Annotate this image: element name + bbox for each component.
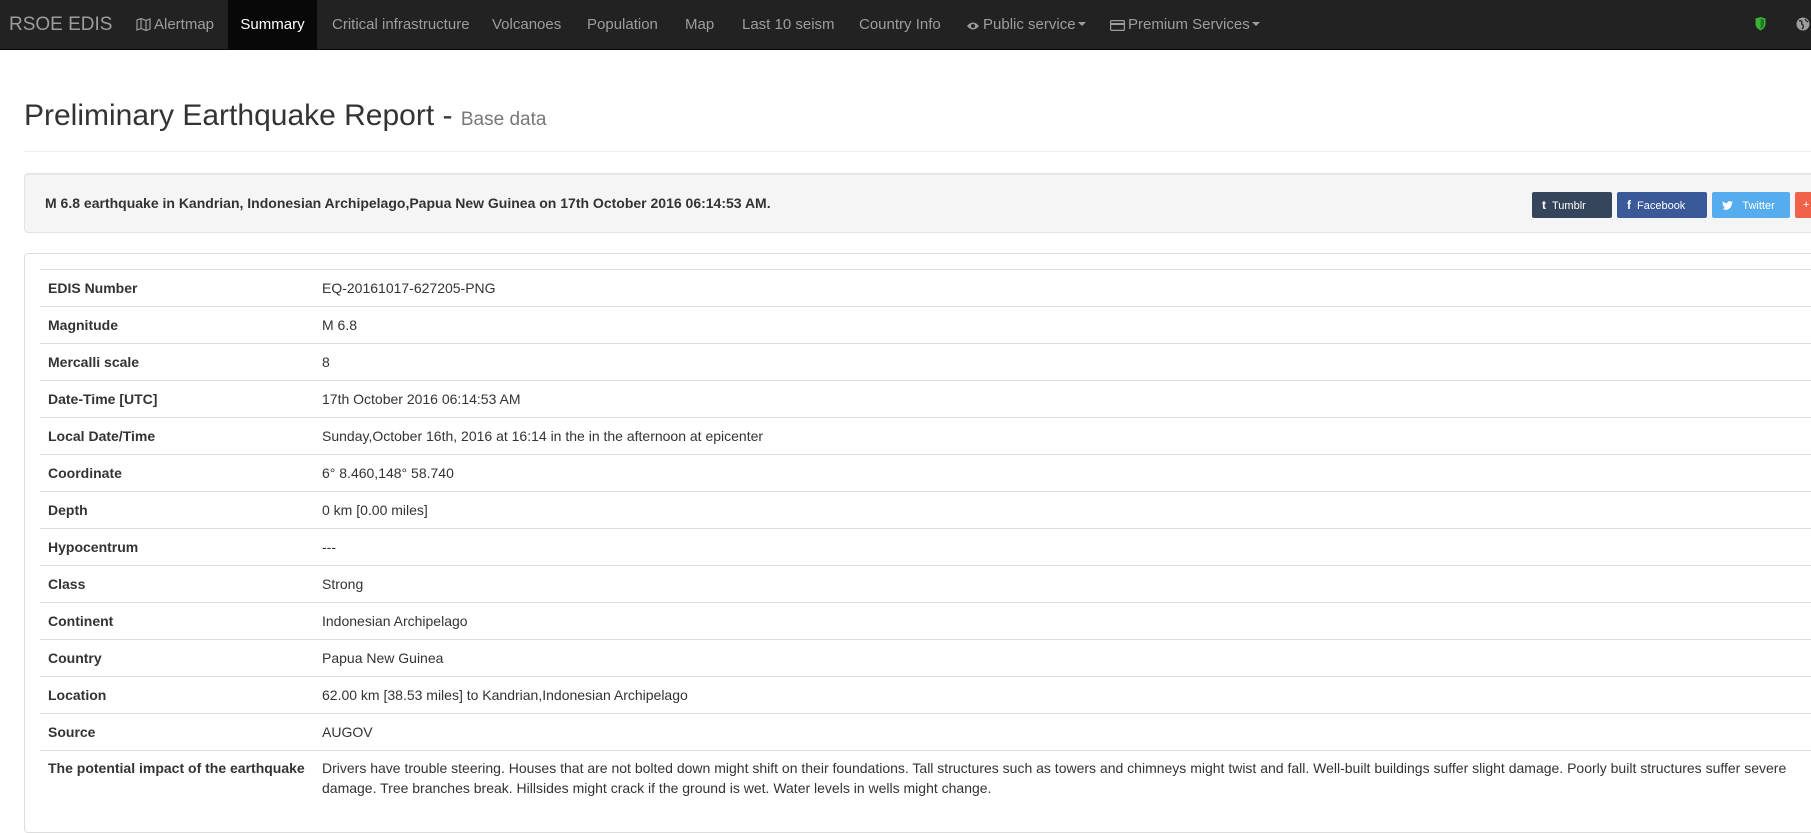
row-value: Indonesian Archipelago [314,602,1811,640]
row-label: Magnitude [40,306,314,344]
table-row: Source AUGOV [40,713,1811,751]
table-row: Local Date/Time Sunday,October 16th, 2016… [40,417,1811,455]
tumblr-icon: t [1542,198,1546,212]
row-value: 0 km [0.00 miles] [314,491,1811,529]
nav-population-label: Population [587,16,658,33]
page-subtitle: Base data [460,109,547,130]
eye-icon [966,2,980,52]
share-more-button[interactable]: + [1795,192,1811,218]
row-value: EQ-20161017-627205-PNG [314,269,1811,307]
share-tumblr-label: Tumblr [1552,200,1586,212]
row-label: Local Date/Time [40,417,314,455]
row-value: M 6.8 [314,306,1811,344]
page-title-text: Preliminary Earthquake Report - [24,99,461,132]
table-row: EDIS Number EQ-20161017-627205-PNG [40,269,1811,307]
nav-alertmap-label: Alertmap [154,16,215,33]
table-row: Magnitude M 6.8 [40,306,1811,344]
nav-summary[interactable]: Summary [228,0,317,50]
table-row: Location 62.00 km [38.53 miles] to Kandri… [40,676,1811,714]
table-row: Continent Indonesian Archipelago [40,602,1811,640]
row-value: --- [314,528,1811,566]
facebook-icon: f [1627,198,1631,212]
row-value: Papua New Guinea [314,639,1811,677]
credit-card-icon [1110,2,1126,52]
row-label: Depth [40,491,314,529]
map-icon [136,2,151,52]
row-label: Hypocentrum [40,528,314,566]
twitter-icon [1722,198,1736,212]
row-label: The potential impact of the earthquake [40,750,314,806]
page-title: Preliminary Earthquake Report - Base dat… [24,98,1811,138]
table-row: Date-Time [UTC] 17th October 2016 06:14:5… [40,380,1811,418]
shield-icon[interactable] [1755,17,1766,34]
nav-volcanoes[interactable]: Volcanoes [492,0,561,50]
nav-country-info-label: Country Info [859,16,941,33]
details-panel: EDIS Number EQ-20161017-627205-PNG Magnitu… [24,253,1811,833]
row-label: Date-Time [UTC] [40,380,314,418]
row-label: Country [40,639,314,677]
nav-volcanoes-label: Volcanoes [492,16,562,33]
row-value: AUGOV [314,713,1811,751]
row-label: Coordinate [40,454,314,492]
share-twitter-button[interactable]: Twitter [1712,192,1790,218]
table-row: Hypocentrum --- [40,528,1811,566]
nav-critical-infrastructure[interactable]: Critical infrastructure [332,0,470,50]
share-twitter-label: Twitter [1742,200,1775,212]
row-label: Class [40,565,314,603]
caret-down-icon [1251,22,1260,26]
nav-premium-services-dropdown[interactable]: Premium Services [1110,0,1260,50]
nav-last-10-seism[interactable]: Last 10 seism [742,0,835,50]
nav-critical-infrastructure-label: Critical infrastructure [332,16,470,33]
share-facebook-label: Facebook [1637,200,1686,212]
row-value: 62.00 km [38.53 miles] to Kandrian,Indon… [314,676,1811,714]
top-navbar: RSOE EDIS Alertmap Summary Critical infr… [0,0,1811,50]
row-value: Drivers have trouble steering. Houses th… [314,750,1811,806]
share-tumblr-button[interactable]: t Tumblr [1532,192,1612,218]
summary-text: M 6.8 earthquake in Kandrian, Indonesian… [45,195,771,211]
nav-premium-services-label: Premium Services [1128,16,1250,33]
brand-link[interactable]: RSOE EDIS [9,0,112,50]
share-facebook-button[interactable]: f Facebook [1617,192,1707,218]
table-row: Depth 0 km [0.00 miles] [40,491,1811,529]
share-more-label: + [1803,199,1810,211]
row-label: Continent [40,602,314,640]
summary-well: M 6.8 earthquake in Kandrian, Indonesian… [24,173,1811,233]
row-value: 17th October 2016 06:14:53 AM [314,380,1811,418]
row-value: Strong [314,565,1811,603]
nav-last-10-seism-label: Last 10 seism [742,16,835,33]
page-header: Preliminary Earthquake Report - Base dat… [24,98,1811,152]
nav-public-service-label: Public service [983,16,1076,33]
globe-icon[interactable] [1796,17,1810,34]
details-table: EDIS Number EQ-20161017-627205-PNG Magnitu… [40,269,1811,806]
table-row: The potential impact of the earthquake Dr… [40,750,1811,806]
row-label: Mercalli scale [40,343,314,381]
nav-public-service-dropdown[interactable]: Public service [966,0,1086,50]
row-value: 6° 8.460,148° 58.740 [314,454,1811,492]
nav-summary-label: Summary [240,16,305,33]
nav-map-label: Map [685,16,715,33]
row-value: Sunday,October 16th, 2016 at 16:14 in th… [314,417,1811,455]
nav-country-info[interactable]: Country Info [859,0,941,50]
table-row: Class Strong [40,565,1811,603]
nav-map[interactable]: Map [685,0,714,50]
caret-down-icon [1077,22,1086,26]
row-value: 8 [314,343,1811,381]
table-row: Mercalli scale 8 [40,343,1811,381]
row-label: EDIS Number [40,269,314,307]
nav-alertmap[interactable]: Alertmap [136,0,229,50]
row-label: Location [40,676,314,714]
table-row: Country Papua New Guinea [40,639,1811,677]
row-label: Source [40,713,314,751]
nav-population[interactable]: Population [587,0,658,50]
table-row: Coordinate 6° 8.460,148° 58.740 [40,454,1811,492]
